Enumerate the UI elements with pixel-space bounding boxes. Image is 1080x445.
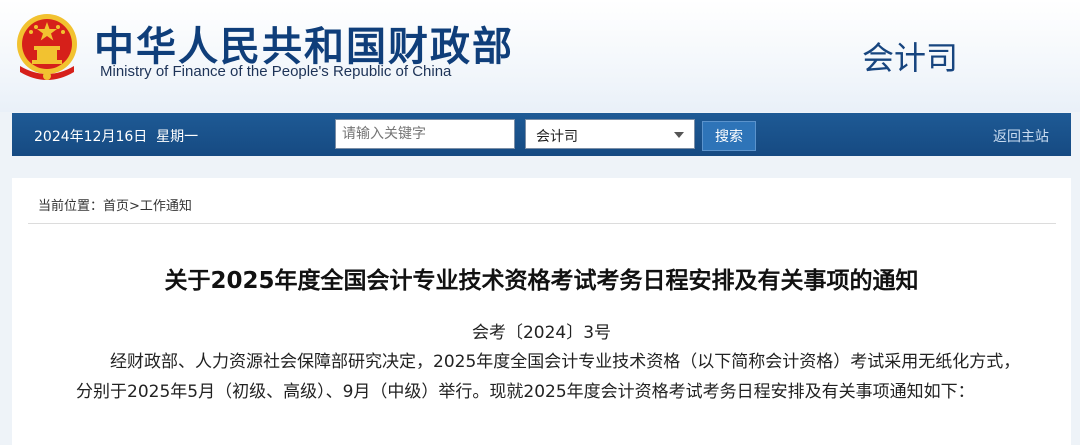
- national-emblem-icon: [17, 14, 77, 80]
- breadcrumb-divider: [28, 223, 1056, 224]
- site-subtitle: Ministry of Finance of the People's Repu…: [100, 63, 452, 80]
- department-name: 会计司: [862, 39, 959, 77]
- current-date: 2024年12月16日 星期一: [34, 129, 199, 145]
- return-home-link[interactable]: 返回主站: [993, 126, 1049, 146]
- breadcrumb[interactable]: 当前位置：首页>工作通知: [38, 195, 192, 214]
- site-header: 中华人民共和国财政部 Ministry of Finance of the Pe…: [0, 0, 1080, 112]
- top-navbar: 2024年12月16日 星期一 会计司 搜索 返回主站: [12, 113, 1071, 156]
- article-panel: 当前位置：首页>工作通知 关于2025年度全国会计专业技术资格考试考务日程安排及…: [12, 178, 1071, 445]
- chevron-down-icon: [674, 132, 684, 138]
- document-number: 会考〔2024〕3号: [471, 323, 612, 343]
- search-scope-value: 会计司: [536, 129, 578, 145]
- search-scope-select[interactable]: 会计司: [525, 119, 695, 149]
- article-title: 关于2025年度全国会计专业技术资格考试考务日程安排及有关事项的通知: [164, 268, 919, 294]
- search-button[interactable]: 搜索: [702, 121, 756, 151]
- search-input[interactable]: [335, 119, 515, 149]
- article-paragraph: 经财政部、人力资源社会保障部研究决定，2025年度全国会计专业技术资格（以下简称…: [76, 352, 1021, 402]
